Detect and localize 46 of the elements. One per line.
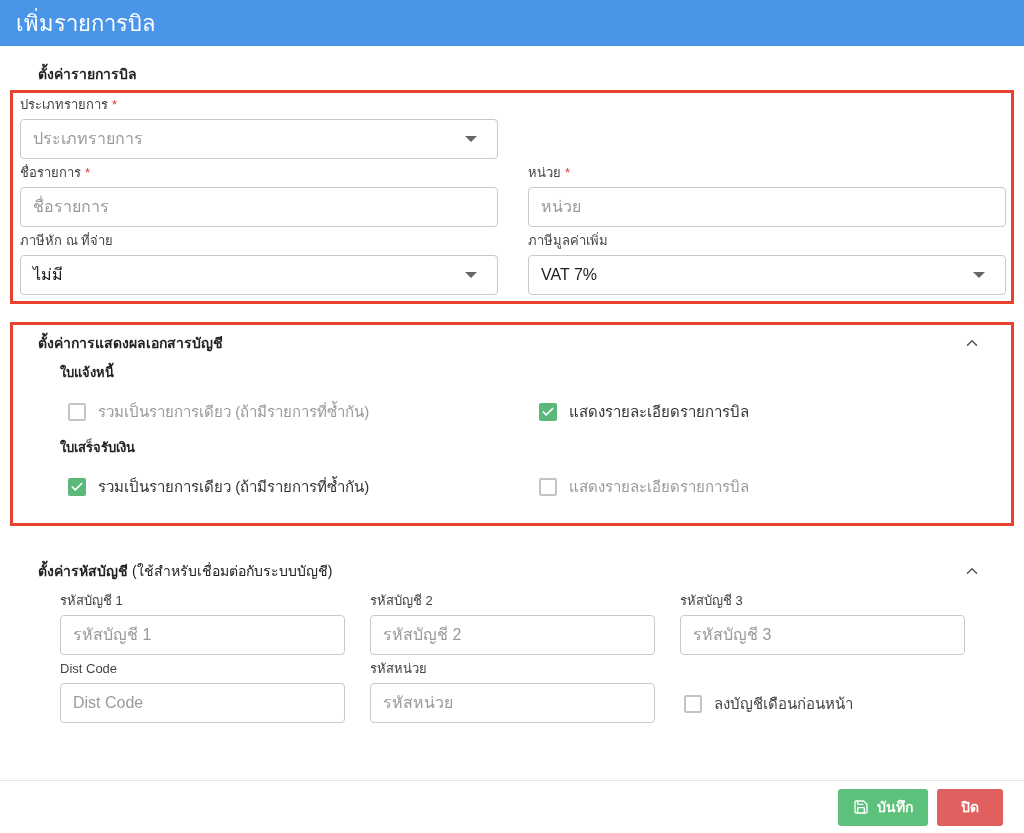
- group-title: ใบแจ้งหนี้: [60, 363, 981, 385]
- checkbox-label: แสดงรายละเอียดรายการบิล: [568, 402, 749, 422]
- select-field[interactable]: ไม่มี: [20, 255, 498, 295]
- section-title: ตั้งค่าการแสดงผลเอกสารบัญชี: [38, 332, 223, 354]
- section-note: (ใช้สำหรับเชื่อมต่อกับระบบบัญชี): [132, 561, 333, 581]
- field-label: หน่วย: [528, 164, 561, 183]
- field-label: รหัสบัญชี 3: [680, 592, 743, 611]
- field-label: ภาษีมูลค่าเพิ่ม: [528, 231, 608, 251]
- required-asterisk: *: [112, 96, 118, 115]
- select-field[interactable]: ประเภทรายการ: [20, 119, 498, 159]
- field-label: ชื่อรายการ: [20, 163, 81, 183]
- field-label: รหัสบัญชี 1: [60, 592, 123, 611]
- dropdown-caret-icon: [465, 136, 477, 142]
- select-field[interactable]: VAT 7%: [528, 255, 1006, 295]
- field-label: รหัสบัญชี 2: [370, 592, 433, 611]
- field-label: รหัสหน่วย: [370, 660, 427, 679]
- required-asterisk: *: [85, 164, 91, 183]
- field-label: Dist Code: [60, 660, 118, 679]
- input-field[interactable]: ชื่อรายการ: [20, 187, 498, 227]
- checkbox[interactable]: [538, 403, 557, 422]
- section-title: ตั้งค่ารายการบิล: [10, 64, 1014, 88]
- checkbox-label: รวมเป็นรายการเดียว (ถ้ามีรายการที่ซ้ำกัน): [98, 475, 370, 497]
- checkbox[interactable]: [68, 477, 86, 496]
- input-field[interactable]: รหัสบัญชี 3: [680, 615, 965, 655]
- checkbox[interactable]: [68, 403, 86, 422]
- save-icon: [853, 799, 869, 815]
- dropdown-caret-icon: [973, 272, 985, 278]
- input-field[interactable]: รหัสบัญชี 1: [60, 615, 345, 655]
- field-label: ประเภทรายการ: [20, 96, 108, 115]
- checkbox[interactable]: [538, 477, 557, 496]
- field-label: ภาษีหัก ณ ที่จ่าย: [20, 231, 114, 251]
- input-field[interactable]: หน่วย: [528, 187, 1006, 227]
- dropdown-caret-icon: [465, 272, 477, 278]
- input-field[interactable]: รหัสบัญชี 2: [370, 615, 655, 655]
- checkbox-label: แสดงรายละเอียดรายการบิล: [568, 476, 749, 497]
- section-title: ตั้งค่ารหัสบัญชี: [38, 560, 128, 582]
- close-button[interactable]: ปิด: [937, 788, 1003, 826]
- checkbox-label: รวมเป็นรายการเดียว (ถ้ามีรายการที่ซ้ำกัน): [98, 401, 370, 422]
- checkbox[interactable]: [684, 695, 702, 713]
- checkbox-label: ลงบัญชีเดือนก่อนหน้า: [714, 693, 853, 714]
- input-field[interactable]: รหัสหน่วย: [370, 683, 655, 723]
- required-asterisk: *: [565, 164, 571, 183]
- dialog-title: เพิ่มรายการบิล: [16, 7, 155, 38]
- input-field[interactable]: Dist Code: [60, 683, 345, 723]
- group-title: ใบเสร็จรับเงิน: [60, 437, 136, 457]
- save-button[interactable]: บันทึก: [838, 788, 928, 826]
